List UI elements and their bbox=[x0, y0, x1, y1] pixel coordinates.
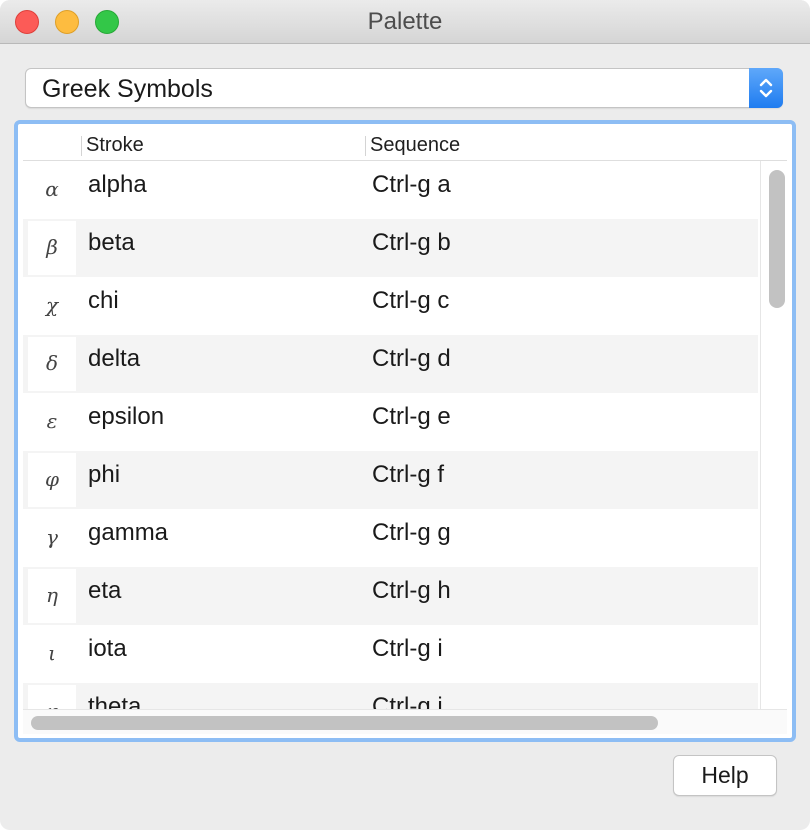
stroke-cell: chi bbox=[88, 287, 119, 314]
table-row[interactable]: β beta Ctrl-g b bbox=[23, 219, 758, 277]
table-row[interactable]: χ chi Ctrl-g c bbox=[23, 277, 758, 335]
stroke-cell: theta bbox=[88, 693, 142, 709]
up-down-chevron-icon bbox=[759, 78, 773, 98]
symbol-glyph-cell: η bbox=[28, 569, 76, 623]
symbol-glyph-cell: α bbox=[28, 163, 76, 217]
sequence-cell: Ctrl-g c bbox=[372, 287, 450, 314]
table-row[interactable]: ι iota Ctrl-g i bbox=[23, 625, 758, 683]
column-separator[interactable] bbox=[365, 136, 366, 156]
sequence-cell: Ctrl-g b bbox=[372, 229, 451, 256]
gamma-symbol-icon: γ bbox=[46, 525, 58, 549]
table-row[interactable]: φ phi Ctrl-g f bbox=[23, 451, 758, 509]
sequence-cell: Ctrl-g f bbox=[372, 461, 444, 488]
horizontal-scrollbar-track[interactable] bbox=[23, 709, 787, 734]
epsilon-symbol-icon: ε bbox=[46, 409, 58, 433]
sequence-cell: Ctrl-g e bbox=[372, 403, 451, 430]
symbol-table[interactable]: Stroke Sequence α alpha Ctrl-g a β beta … bbox=[23, 128, 787, 734]
symbol-glyph-cell: β bbox=[28, 221, 76, 275]
beta-symbol-icon: β bbox=[46, 235, 58, 259]
symbol-glyph-cell: ι bbox=[28, 627, 76, 681]
stroke-cell: phi bbox=[88, 461, 121, 488]
palette-window: Palette Greek Symbols Stroke Sequence α … bbox=[0, 0, 810, 830]
sequence-cell: Ctrl-g d bbox=[372, 345, 451, 372]
vertical-scrollbar-track[interactable] bbox=[760, 161, 761, 709]
table-header: Stroke Sequence bbox=[23, 128, 787, 161]
phi-symbol-icon: φ bbox=[44, 467, 59, 491]
dropdown-stepper[interactable] bbox=[749, 68, 783, 108]
sequence-cell: Ctrl-g j bbox=[372, 693, 443, 709]
theta-symbol-icon: φ bbox=[28, 699, 76, 709]
table-row[interactable]: γ gamma Ctrl-g g bbox=[23, 509, 758, 567]
symbol-glyph-cell: δ bbox=[28, 337, 76, 391]
horizontal-scrollbar-thumb[interactable] bbox=[31, 716, 658, 730]
chi-symbol-icon: χ bbox=[45, 293, 59, 317]
help-button[interactable]: Help bbox=[673, 755, 777, 796]
table-row[interactable]: δ delta Ctrl-g d bbox=[23, 335, 758, 393]
stroke-cell: delta bbox=[88, 345, 141, 372]
iota-symbol-icon: ι bbox=[48, 641, 56, 665]
sequence-cell: Ctrl-g i bbox=[372, 635, 443, 662]
palette-category-label: Greek Symbols bbox=[42, 75, 213, 103]
column-header-stroke[interactable]: Stroke bbox=[86, 134, 144, 157]
table-row[interactable]: ε epsilon Ctrl-g e bbox=[23, 393, 758, 451]
stroke-cell: epsilon bbox=[88, 403, 165, 430]
symbol-glyph-cell: φ bbox=[28, 453, 76, 507]
stroke-cell: gamma bbox=[88, 519, 169, 546]
sequence-cell: Ctrl-g g bbox=[372, 519, 451, 546]
delta-symbol-icon: δ bbox=[45, 351, 59, 375]
table-row[interactable]: φ theta Ctrl-g j bbox=[23, 683, 758, 709]
sequence-cell: Ctrl-g h bbox=[372, 577, 451, 604]
symbol-glyph-cell: χ bbox=[28, 279, 76, 333]
table-row[interactable]: η eta Ctrl-g h bbox=[23, 567, 758, 625]
symbol-glyph-cell: φ bbox=[28, 685, 76, 709]
sequence-cell: Ctrl-g a bbox=[372, 171, 451, 198]
symbol-table-frame: Stroke Sequence α alpha Ctrl-g a β beta … bbox=[14, 120, 796, 742]
stroke-cell: eta bbox=[88, 577, 122, 604]
column-separator[interactable] bbox=[81, 136, 82, 156]
stroke-cell: alpha bbox=[88, 171, 147, 198]
eta-symbol-icon: η bbox=[46, 583, 58, 607]
table-body: α alpha Ctrl-g a β beta Ctrl-g b χ chi C… bbox=[23, 161, 758, 709]
column-header-sequence[interactable]: Sequence bbox=[370, 134, 460, 157]
symbol-glyph-cell: ε bbox=[28, 395, 76, 449]
vertical-scrollbar-thumb[interactable] bbox=[769, 170, 785, 308]
symbol-glyph-cell: γ bbox=[28, 511, 76, 565]
alpha-symbol-icon: α bbox=[45, 177, 59, 201]
table-row[interactable]: α alpha Ctrl-g a bbox=[23, 161, 758, 219]
palette-category-select[interactable]: Greek Symbols bbox=[25, 68, 783, 108]
title-bar[interactable]: Palette bbox=[0, 0, 810, 44]
stroke-cell: beta bbox=[88, 229, 135, 256]
stroke-cell: iota bbox=[88, 635, 127, 662]
window-title: Palette bbox=[367, 8, 443, 35]
